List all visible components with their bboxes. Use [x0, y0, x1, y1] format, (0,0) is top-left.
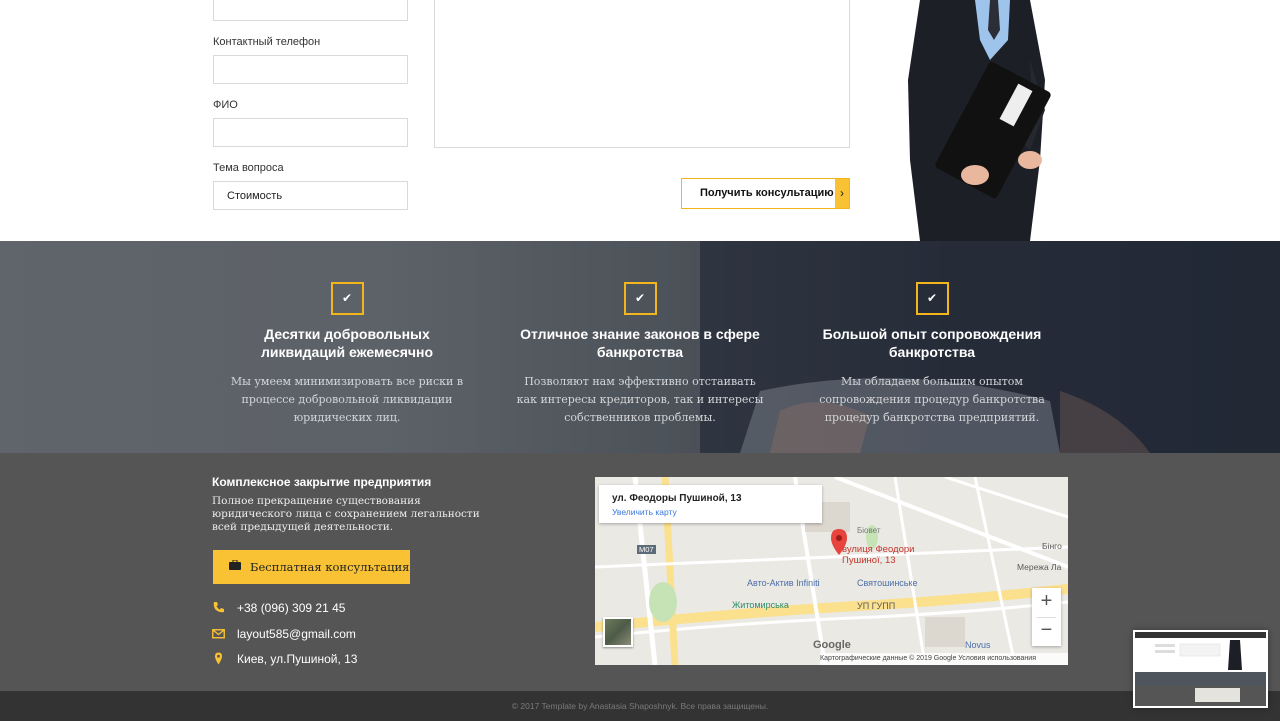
map-place: Бінго — [1042, 541, 1062, 551]
feature-check-box: ✔ — [623, 282, 657, 315]
features-band: ✔ Десятки добровольных ликвидаций ежемес… — [0, 241, 1280, 453]
phone-field[interactable] — [213, 55, 408, 84]
check-icon: ✔ — [926, 291, 938, 305]
name-label: ФИО — [213, 99, 238, 111]
enlarge-map-link[interactable]: Увеличить карту — [612, 507, 677, 517]
phone-icon — [213, 602, 224, 613]
map-place: Святошинське — [857, 578, 918, 588]
feature-text: Мы обладаем большим опытом сопровождения… — [819, 375, 1045, 424]
map-address: ул. Феодоры Пушиной, 13 — [612, 493, 742, 504]
contact-phone-text: +38 (096) 309 21 45 — [237, 601, 346, 615]
feature-item: ✔ Десятки добровольных ликвидаций ежемес… — [222, 282, 472, 427]
map-place: М07 — [637, 545, 656, 554]
footer-description: Полное прекращение существования юридиче… — [212, 495, 480, 533]
feature-title: Отличное знание законов в сфере банкротс… — [520, 326, 760, 360]
contact-address-text: Киев, ул.Пушиной, 13 — [237, 652, 358, 666]
map-attribution: Картографические данные © 2019 Google Ус… — [820, 653, 1068, 665]
map-place: УП ГУПП — [857, 601, 896, 611]
chevron-right-icon: › — [835, 179, 849, 208]
get-consultation-label: Получить консультацию — [700, 187, 834, 199]
topic-select[interactable]: Стоимость — [213, 181, 408, 210]
zoom-out-button[interactable]: − — [1032, 617, 1061, 646]
satellite-toggle[interactable] — [603, 617, 633, 647]
map-place: Novus — [965, 640, 991, 650]
briefcase-icon — [229, 560, 241, 570]
businesswoman-image — [908, 0, 1051, 241]
map-marker-label-line: Пушиної, 13 — [842, 555, 896, 566]
feature-text: Мы умеем минимизировать все риски в проц… — [230, 375, 464, 424]
map-marker-label-line: вулиця Феодори — [842, 544, 915, 555]
contact-email-text: layout585@gmail.com — [237, 627, 356, 641]
consultation-form-section: Контактный телефон ФИО Тема вопроса Стои… — [0, 0, 1280, 241]
feature-title: Десятки добровольных ликвидаций ежемесяч… — [260, 326, 434, 360]
feature-title: Большой опыт сопровождения банкротства — [822, 326, 1042, 360]
feature-check-box: ✔ — [915, 282, 949, 315]
map-marker-label: вулиця Феодори Пушиної, 13 — [842, 544, 914, 566]
phone-label: Контактный телефон — [213, 36, 321, 48]
previous-field[interactable] — [213, 0, 408, 21]
get-consultation-button[interactable]: Получить консультацию › — [681, 178, 850, 209]
feature-text: Позволяют нам эффективно отстаивать как … — [516, 375, 764, 424]
footer-title: Комплексное закрытие предприятия — [212, 475, 432, 489]
page-preview-image — [1135, 632, 1266, 706]
check-icon: ✔ — [341, 291, 353, 305]
topic-select-value: Стоимость — [227, 190, 283, 202]
page-preview-thumbnail[interactable] — [1133, 630, 1268, 708]
google-logo: Google — [813, 639, 851, 651]
message-textarea[interactable] — [434, 0, 850, 148]
feature-item: ✔ Отличное знание законов в сфере банкро… — [515, 282, 765, 427]
bottom-bar: © 2017 Template by Anastasia Shaposhnyk.… — [0, 691, 1280, 721]
map-info-card: ул. Феодоры Пушиной, 13 Увеличить карту — [599, 485, 822, 523]
zoom-in-button[interactable]: + — [1032, 588, 1061, 617]
copyright-text: © 2017 Template by Anastasia Shaposhnyk.… — [511, 701, 769, 711]
feature-item: ✔ Большой опыт сопровождения банкротства… — [807, 282, 1057, 427]
feature-check-box: ✔ — [330, 282, 364, 315]
topic-label: Тема вопроса — [213, 162, 284, 174]
free-consultation-label: Бесплатная консультация — [250, 560, 410, 574]
google-map[interactable]: вулиця Феодори Пушиної, 13 Біовет Авто-А… — [595, 477, 1068, 665]
map-place: Біовет — [857, 526, 881, 535]
map-zoom-control: + − — [1032, 588, 1061, 646]
map-place: Житомирська — [732, 600, 789, 610]
envelope-icon — [212, 629, 225, 639]
map-place: Мережа Ла — [1017, 562, 1062, 572]
name-field[interactable] — [213, 118, 408, 147]
free-consultation-button[interactable]: Бесплатная консультация — [213, 550, 410, 584]
map-place: Авто-Актив Infiniti — [747, 578, 820, 588]
location-pin-icon — [215, 652, 222, 665]
check-icon: ✔ — [634, 291, 646, 305]
